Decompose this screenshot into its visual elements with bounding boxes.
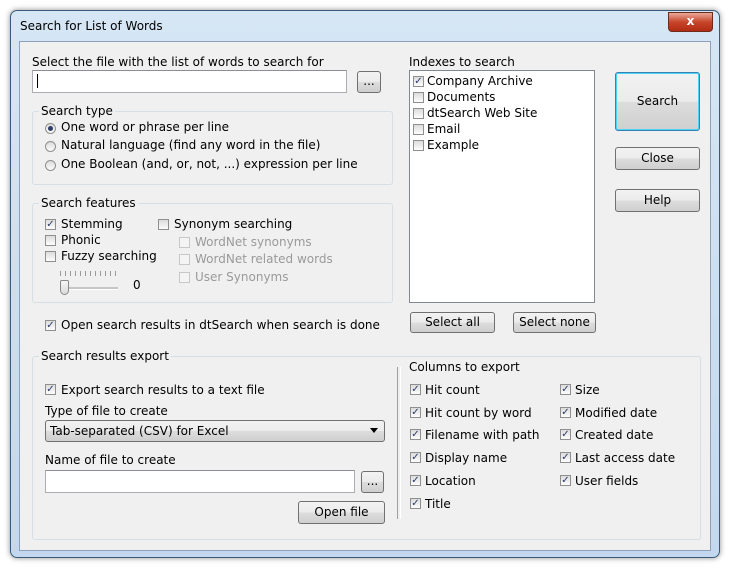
radio-one-word[interactable] [45, 123, 56, 134]
indexes-list[interactable]: ✓ Company Archive Documents dtSearch Web… [409, 70, 595, 303]
synonym-checkbox[interactable] [158, 219, 169, 230]
browse-export-file-button[interactable]: ... [361, 471, 384, 493]
radio-boolean-label[interactable]: One Boolean (and, or, not, ...) expressi… [61, 157, 358, 171]
wordnet-related-label[interactable]: WordNet related words [195, 252, 333, 266]
column-location-checkbox[interactable]: ✓ [410, 475, 421, 486]
column-last-access-date-checkbox[interactable]: ✓ [560, 452, 571, 463]
column-hit-count-checkbox[interactable]: ✓ [410, 384, 421, 395]
index-item-email[interactable]: Email [427, 122, 460, 136]
dialog-window: Search for List of Words x Select the fi… [10, 10, 720, 558]
search-button[interactable]: Search [615, 72, 700, 131]
select-all-button[interactable]: Select all [410, 312, 495, 333]
radio-boolean[interactable] [45, 160, 56, 171]
index-checkbox-documents[interactable] [413, 92, 424, 103]
index-item-dtsearch-web-site[interactable]: dtSearch Web Site [427, 106, 537, 120]
wordnet-related-checkbox[interactable] [179, 254, 190, 265]
word-list-file-input[interactable] [32, 70, 347, 93]
fuzzy-checkbox[interactable] [45, 251, 56, 262]
file-name-label: Name of file to create [45, 453, 176, 467]
wordnet-synonyms-checkbox[interactable] [179, 237, 190, 248]
file-type-select[interactable]: Tab-separated (CSV) for Excel [45, 420, 385, 442]
open-file-button[interactable]: Open file [298, 501, 385, 524]
dialog-client: Select the file with the list of words t… [19, 41, 711, 551]
columns-label: Columns to export [409, 360, 520, 374]
stemming-label[interactable]: Stemming [61, 217, 123, 231]
text-caret [37, 74, 38, 88]
open-results-checkbox[interactable]: ✓ [45, 320, 56, 331]
index-checkbox-company-archive[interactable]: ✓ [413, 76, 424, 87]
column-display-name-checkbox[interactable]: ✓ [410, 452, 421, 463]
fuzzy-label[interactable]: Fuzzy searching [61, 249, 157, 263]
index-item-example[interactable]: Example [427, 138, 479, 152]
export-file-name-input[interactable] [45, 470, 355, 493]
fuzzy-slider-thumb[interactable] [60, 280, 69, 295]
column-hit-count-by-word-label[interactable]: Hit count by word [425, 406, 532, 420]
column-modified-date-checkbox[interactable]: ✓ [560, 407, 571, 418]
radio-one-word-label[interactable]: One word or phrase per line [61, 120, 229, 134]
select-none-button[interactable]: Select none [513, 312, 596, 333]
fuzzy-value: 0 [133, 278, 141, 292]
index-checkbox-dtsearch-web-site[interactable] [413, 108, 424, 119]
close-button[interactable]: Close [615, 147, 700, 170]
column-display-name-label[interactable]: Display name [425, 451, 507, 465]
vertical-divider [397, 367, 401, 519]
window-close-button[interactable]: x [668, 12, 713, 32]
column-title-label[interactable]: Title [425, 497, 451, 511]
radio-natural-language-label[interactable]: Natural language (find any word in the f… [61, 138, 320, 152]
column-created-date-checkbox[interactable]: ✓ [560, 429, 571, 440]
column-user-fields-label[interactable]: User fields [575, 474, 638, 488]
column-filename-label[interactable]: Filename with path [425, 428, 539, 442]
column-title-checkbox[interactable]: ✓ [410, 498, 421, 509]
column-hit-count-label[interactable]: Hit count [425, 383, 480, 397]
chevron-down-icon [370, 428, 378, 433]
user-synonyms-checkbox[interactable] [179, 272, 190, 283]
window-title: Search for List of Words [20, 19, 163, 33]
stemming-checkbox[interactable]: ✓ [45, 219, 56, 230]
indexes-label: Indexes to search [409, 55, 515, 69]
wordnet-synonyms-label[interactable]: WordNet synonyms [195, 235, 312, 249]
column-created-date-label[interactable]: Created date [575, 428, 653, 442]
column-location-label[interactable]: Location [425, 474, 476, 488]
index-checkbox-example[interactable] [413, 140, 424, 151]
file-type-label: Type of file to create [45, 404, 168, 418]
column-modified-date-label[interactable]: Modified date [575, 406, 657, 420]
phonic-checkbox[interactable] [45, 235, 56, 246]
search-type-title: Search type [39, 104, 115, 118]
index-item-company-archive[interactable]: Company Archive [427, 74, 533, 88]
user-synonyms-label[interactable]: User Synonyms [195, 270, 288, 284]
open-results-label[interactable]: Open search results in dtSearch when sea… [61, 318, 380, 332]
column-size-label[interactable]: Size [575, 383, 600, 397]
browse-file-button[interactable]: ... [357, 71, 381, 93]
index-item-documents[interactable]: Documents [427, 90, 495, 104]
index-checkbox-email[interactable] [413, 124, 424, 135]
export-checkbox[interactable]: ✓ [45, 384, 56, 395]
export-title: Search results export [39, 349, 171, 363]
column-last-access-date-label[interactable]: Last access date [575, 451, 675, 465]
column-size-checkbox[interactable]: ✓ [560, 384, 571, 395]
radio-natural-language[interactable] [45, 141, 56, 152]
phonic-label[interactable]: Phonic [61, 233, 101, 247]
column-hit-count-by-word-checkbox[interactable]: ✓ [410, 407, 421, 418]
help-button[interactable]: Help [615, 189, 700, 212]
fuzzy-ticks [60, 271, 118, 277]
title-bar[interactable]: Search for List of Words x [11, 11, 719, 41]
export-label[interactable]: Export search results to a text file [61, 383, 265, 397]
column-filename-checkbox[interactable]: ✓ [410, 429, 421, 440]
synonym-label[interactable]: Synonym searching [174, 217, 292, 231]
file-type-value: Tab-separated (CSV) for Excel [50, 424, 229, 438]
file-label: Select the file with the list of words t… [32, 55, 324, 69]
column-user-fields-checkbox[interactable]: ✓ [560, 475, 571, 486]
search-features-title: Search features [39, 196, 138, 210]
